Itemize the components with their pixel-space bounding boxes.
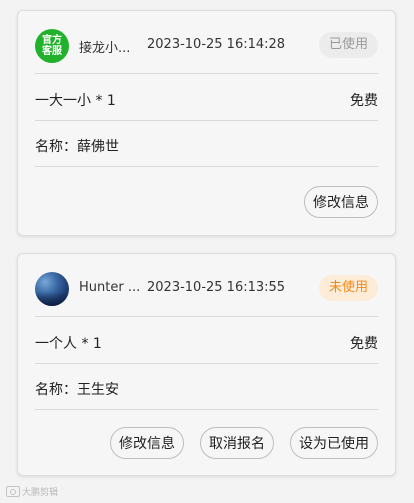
divider: [35, 166, 378, 167]
watermark-text: 大鹏剪辑: [22, 488, 59, 498]
name-label: 名称：: [35, 139, 77, 155]
user-nickname: 接龙小...: [79, 41, 131, 56]
card-actions: 修改信息: [304, 186, 378, 218]
ticket-price: 免费: [350, 336, 378, 352]
card-actions: 修改信息 取消报名 设为已使用: [110, 427, 378, 459]
divider: [35, 120, 378, 121]
camera-icon: [6, 486, 20, 497]
user-avatar: [35, 272, 69, 306]
card-header: Hunter ... 2023-10-25 16:13:55 未使用: [35, 271, 378, 307]
mark-as-used-button[interactable]: 设为已使用: [290, 427, 378, 459]
ticket-type: 一个人 * 1: [35, 336, 102, 352]
order-time: 2023-10-25 16:14:28: [147, 37, 286, 52]
divider: [35, 73, 378, 74]
ticket-type: 一大一小 * 1: [35, 93, 116, 109]
status-badge: 已使用: [318, 32, 378, 58]
name-value: 薛佛世: [77, 139, 119, 155]
order-card: 官方 客服 接龙小... 2023-10-25 16:14:28 已使用 一大一…: [17, 10, 396, 236]
name-label: 名称：: [35, 382, 77, 398]
status-badge: 未使用: [318, 275, 378, 301]
edit-info-button[interactable]: 修改信息: [304, 186, 378, 218]
official-service-avatar: 官方 客服: [35, 29, 69, 63]
card-header: 官方 客服 接龙小... 2023-10-25 16:14:28 已使用: [35, 28, 378, 64]
ticket-price: 免费: [350, 93, 378, 109]
name-value: 王生安: [77, 382, 119, 398]
cancel-registration-button[interactable]: 取消报名: [200, 427, 274, 459]
user-nickname: Hunter ...: [79, 280, 141, 295]
avatar-text-line1: 官方: [42, 35, 62, 46]
order-time: 2023-10-25 16:13:55: [147, 280, 286, 295]
divider: [35, 316, 378, 317]
watermark: 大鹏剪辑: [6, 485, 58, 498]
avatar-text-line2: 客服: [42, 46, 62, 57]
divider: [35, 409, 378, 410]
edit-info-button[interactable]: 修改信息: [110, 427, 184, 459]
divider: [35, 363, 378, 364]
order-card: Hunter ... 2023-10-25 16:13:55 未使用 一个人 *…: [17, 253, 396, 476]
